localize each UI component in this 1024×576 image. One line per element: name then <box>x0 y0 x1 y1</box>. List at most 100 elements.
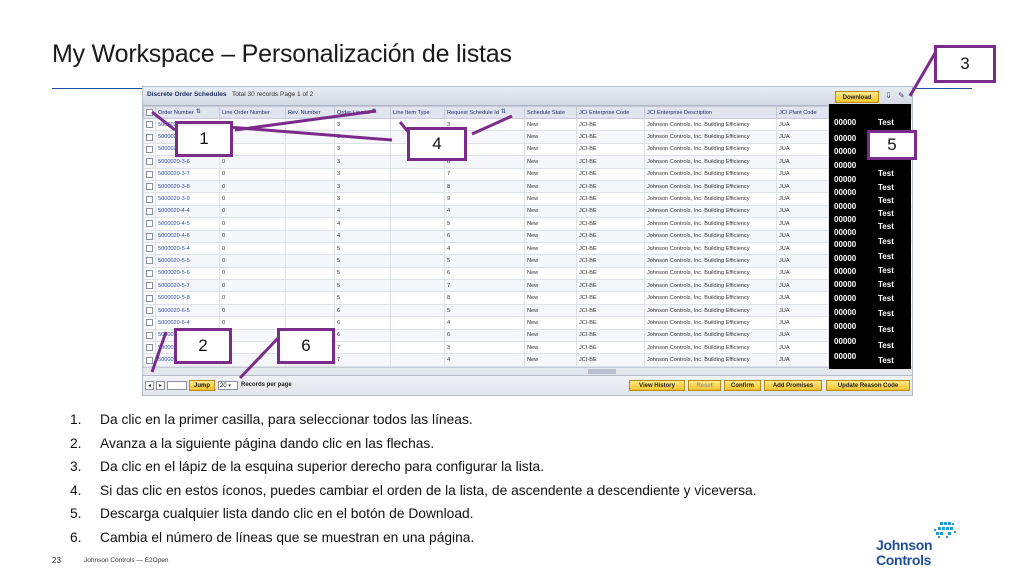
table-row[interactable]: 5000020-3-7 0 3 7 New JCI-BE Johnson Controls,… <box>143 167 912 181</box>
select-all-checkbox-cell[interactable] <box>143 106 156 119</box>
row-checkbox-cell[interactable] <box>143 341 156 355</box>
row-checkbox[interactable] <box>146 331 153 339</box>
row-checkbox-cell[interactable] <box>143 117 156 132</box>
table-row[interactable]: 5000020-7-4074NewJCI-BEJohnson Controls,… <box>143 353 912 367</box>
row-checkbox[interactable] <box>146 307 153 315</box>
next-page-button[interactable]: ▸ <box>156 381 165 390</box>
row-checkbox-cell[interactable] <box>143 192 156 206</box>
column-header[interactable]: Line Item Type <box>390 106 445 119</box>
row-checkbox-cell[interactable] <box>143 266 156 281</box>
column-header[interactable]: Line Order Number <box>219 106 286 119</box>
order-number-link[interactable]: 5000020-5-7 <box>155 279 220 293</box>
sort-icon[interactable]: ⇅ <box>372 109 378 116</box>
sort-icon[interactable]: ⇅ <box>501 109 507 116</box>
column-header[interactable]: JCI Enterprise Code <box>576 106 645 119</box>
row-checkbox-cell[interactable] <box>143 353 156 367</box>
row-checkbox[interactable] <box>146 319 153 327</box>
column-header[interactable]: Order Number ⇅ <box>155 106 220 119</box>
table-row[interactable]: 5000020-3-3033NewJCI-BEJohnson Controls,… <box>143 117 912 132</box>
row-checkbox-cell[interactable] <box>143 204 156 219</box>
row-checkbox[interactable] <box>146 356 153 364</box>
row-checkbox[interactable] <box>146 195 153 203</box>
order-number-link[interactable]: 5000020-5-4 <box>155 241 220 256</box>
table-row[interactable]: 5000020-5-7 0 5 7 New JCI-BE Johnson Controls,… <box>143 279 912 293</box>
row-checkbox[interactable] <box>146 269 153 277</box>
order-number-link[interactable]: 5000020-5-6 <box>155 266 220 281</box>
table-row[interactable]: 5000020-5-5 0 5 5 New JCI-BE Johnson Controls,… <box>143 254 912 268</box>
column-header[interactable]: JCI Plant Code <box>776 106 829 119</box>
scrollbar-thumb[interactable] <box>588 369 616 374</box>
row-checkbox-cell[interactable] <box>143 179 156 194</box>
row-checkbox[interactable] <box>146 170 153 178</box>
row-checkbox[interactable] <box>146 145 153 153</box>
row-checkbox[interactable] <box>146 183 153 191</box>
row-checkbox-cell[interactable] <box>143 291 156 305</box>
order-number-link[interactable]: 5000020-3-6 <box>155 155 220 169</box>
row-checkbox-cell[interactable] <box>143 241 156 256</box>
prev-page-button[interactable]: ◂ <box>145 381 154 390</box>
order-number-link[interactable]: 5000020-6-5 <box>155 303 220 318</box>
order-number-link[interactable]: 5000020-5-5 <box>155 254 220 268</box>
edit-pencil-icon[interactable]: ✎ <box>897 91 906 100</box>
row-checkbox[interactable] <box>146 282 153 290</box>
table-row[interactable]: 5000020-4-5 0 4 5 New JCI-BE Johnson Controls,… <box>143 217 912 231</box>
page-number-input[interactable] <box>167 381 187 390</box>
table-row[interactable]: 5000020-6-4 0 6 4 New JCI-BE Johnson Controls,… <box>143 316 912 330</box>
row-checkbox-cell[interactable] <box>143 142 156 157</box>
reset-button[interactable]: Reset <box>688 380 721 391</box>
column-header[interactable]: Rev. Number <box>285 106 335 119</box>
row-checkbox-cell[interactable] <box>143 328 156 343</box>
table-row[interactable]: 5000020-3-5035NewJCI-BEJohnson Controls,… <box>143 142 912 157</box>
order-number-link[interactable]: 5000020-5-8 <box>155 291 220 305</box>
row-checkbox-cell[interactable] <box>143 254 156 268</box>
column-header[interactable]: Request Schedule Id ⇅ <box>444 106 525 119</box>
table-row[interactable]: 5000020-3-4034NewJCI-BEJohnson Controls,… <box>143 130 912 144</box>
download-button[interactable]: Download <box>835 91 879 103</box>
row-checkbox[interactable] <box>146 220 153 228</box>
column-header[interactable]: JCI Enterprise Description <box>644 106 777 119</box>
view-history-button[interactable]: View History <box>629 380 685 391</box>
row-checkbox-cell[interactable] <box>143 316 156 330</box>
order-number-link[interactable]: 5000020-3-7 <box>155 167 220 181</box>
table-row[interactable]: 5000020-6-5 0 6 5 New JCI-BE Johnson Controls,… <box>143 303 912 318</box>
table-row[interactable]: 5000020-6-6066NewJCI-BEJohnson Controls,… <box>143 328 912 343</box>
row-checkbox-cell[interactable] <box>143 217 156 231</box>
confirm-button[interactable]: Confirm <box>724 380 761 391</box>
order-number-link[interactable]: 5000020-4-5 <box>155 217 220 231</box>
sort-icon[interactable]: ⇅ <box>196 109 202 116</box>
row-checkbox[interactable] <box>146 232 153 240</box>
column-header[interactable]: Schedule State <box>524 106 577 119</box>
table-row[interactable]: 5000020-3-9 0 3 9 New JCI-BE Johnson Controls,… <box>143 192 912 206</box>
row-checkbox-cell[interactable] <box>143 155 156 169</box>
order-number-link[interactable]: 5000020-3-9 <box>155 192 220 206</box>
row-checkbox-cell[interactable] <box>143 130 156 144</box>
row-checkbox[interactable] <box>146 121 153 129</box>
add-promises-button[interactable]: Add Promises <box>764 380 822 391</box>
table-row[interactable]: 5000020-4-6 0 4 6 New JCI-BE Johnson Controls,… <box>143 229 912 243</box>
table-row[interactable]: 5000020-5-8 0 5 8 New JCI-BE Johnson Controls,… <box>143 291 912 305</box>
order-number-link[interactable]: 5000020-4-6 <box>155 229 220 243</box>
row-checkbox[interactable] <box>146 133 153 141</box>
table-row[interactable]: 5000020-5-6 0 5 6 New JCI-BE Johnson Controls,… <box>143 266 912 281</box>
row-checkbox-cell[interactable] <box>143 167 156 181</box>
row-checkbox-cell[interactable] <box>143 229 156 243</box>
order-number-link[interactable]: 5000020-3-8 <box>155 179 220 194</box>
row-checkbox[interactable] <box>146 245 153 253</box>
row-checkbox-cell[interactable] <box>143 279 156 293</box>
row-checkbox-cell[interactable] <box>143 303 156 318</box>
table-row[interactable]: 5000020-3-8 0 3 8 New JCI-BE Johnson Controls,… <box>143 179 912 194</box>
table-row[interactable]: 5000020-4-4 0 4 4 New JCI-BE Johnson Controls,… <box>143 204 912 219</box>
select-all-checkbox[interactable] <box>146 109 153 116</box>
export-icon[interactable]: ⇩ <box>884 91 893 100</box>
row-checkbox[interactable] <box>146 294 153 302</box>
update-reason-code-button[interactable]: Update Reason Code <box>826 380 910 391</box>
row-checkbox[interactable] <box>146 207 153 215</box>
row-checkbox[interactable] <box>146 344 153 352</box>
row-checkbox[interactable] <box>146 257 153 265</box>
row-checkbox[interactable] <box>146 158 153 166</box>
table-row[interactable]: 5000020-7-3073NewJCI-BEJohnson Controls,… <box>143 341 912 355</box>
jump-button[interactable]: Jump <box>189 380 215 391</box>
column-header[interactable]: Order Line Id ⇅ <box>334 106 391 119</box>
table-row[interactable]: 5000020-5-4 0 5 4 New JCI-BE Johnson Controls,… <box>143 241 912 256</box>
table-row[interactable]: 5000020-3-6 0 3 6 New JCI-BE Johnson Controls,… <box>143 155 912 169</box>
